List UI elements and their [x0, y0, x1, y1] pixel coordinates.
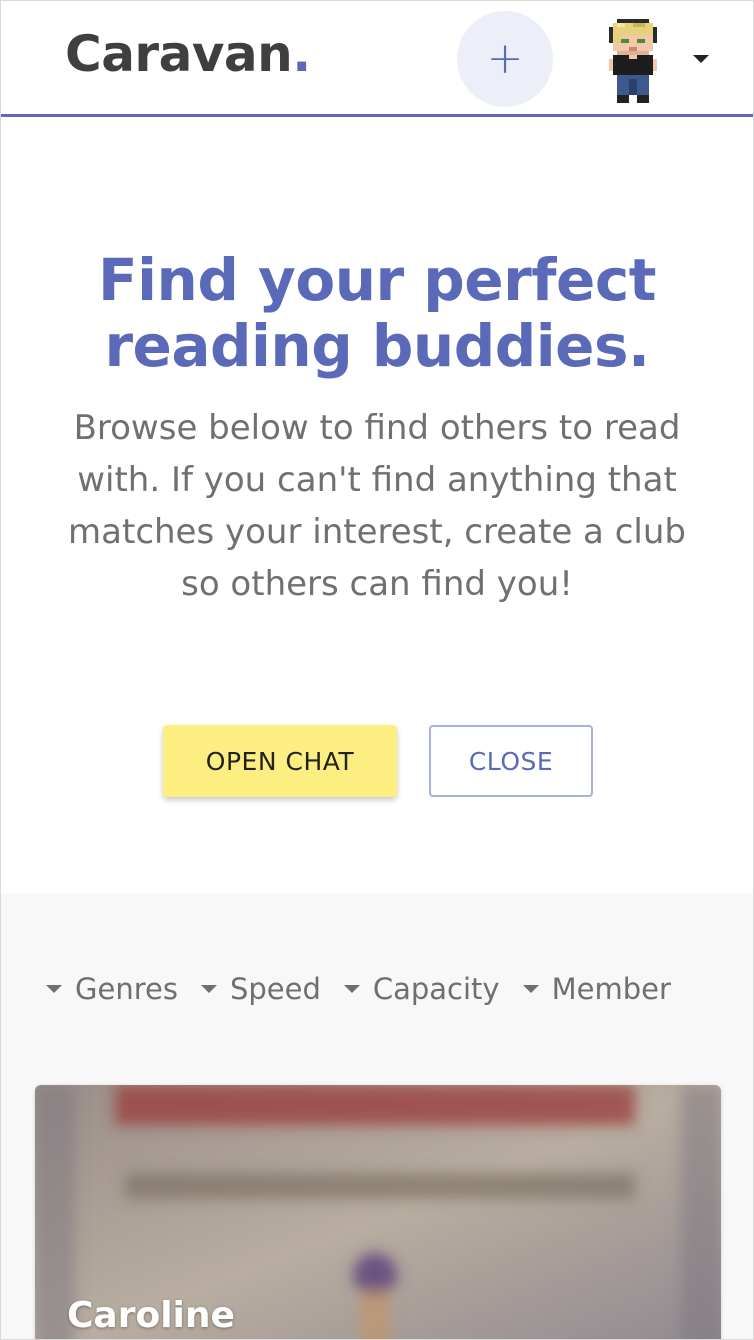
hero-subtitle: Browse below to find others to read with… — [68, 408, 686, 604]
caret-down-icon — [200, 985, 217, 993]
create-club-button[interactable]: + — [457, 11, 553, 107]
hero-title: Find your perfect reading buddies. — [98, 246, 656, 380]
avatar-pixel-art — [609, 19, 657, 103]
logo-text: Caravan — [65, 25, 293, 83]
user-avatar[interactable] — [609, 19, 657, 103]
filter-member[interactable]: Member — [522, 972, 671, 1006]
caret-down-icon — [343, 985, 360, 993]
filter-genres[interactable]: Genres — [45, 972, 178, 1006]
club-name: Caroline — [67, 1295, 235, 1336]
caravan-logo[interactable]: Caravan. — [65, 27, 311, 82]
filter-capacity[interactable]: Capacity — [343, 972, 500, 1006]
caret-down-icon — [522, 985, 539, 993]
caret-down-icon — [46, 985, 62, 993]
filter-label: Capacity — [372, 972, 500, 1006]
filter-bar: Genres Speed Capacity Member — [45, 969, 725, 1009]
open-chat-button[interactable]: OPEN CHAT — [163, 725, 397, 797]
top-nav: Caravan. + — [1, 1, 753, 117]
close-button[interactable]: CLOSE — [429, 725, 593, 797]
filter-label: Member — [551, 972, 671, 1006]
plus-icon: + — [486, 33, 524, 84]
filter-speed[interactable]: Speed — [200, 972, 321, 1006]
filter-label: Genres — [75, 972, 178, 1006]
app-page: Caravan. + Find your perfect reading bud… — [0, 0, 754, 1340]
account-menu-toggle[interactable] — [689, 49, 713, 69]
club-card[interactable]: Caroline — [35, 1085, 721, 1339]
filter-label: Speed — [229, 972, 321, 1006]
caret-down-icon — [693, 55, 709, 63]
logo-dot: . — [292, 25, 311, 83]
browse-section: Genres Speed Capacity Member Caroline — [1, 893, 753, 1339]
